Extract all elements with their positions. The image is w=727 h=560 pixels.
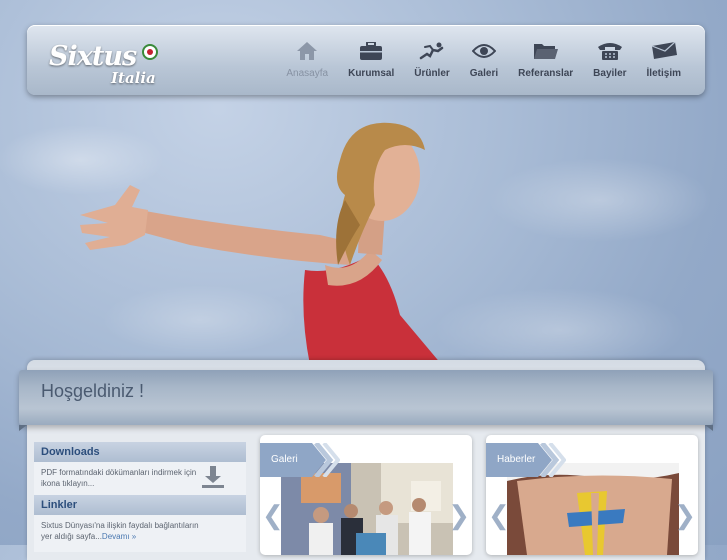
gallery-tag bbox=[260, 443, 340, 477]
nav-item-galeri[interactable]: Galeri bbox=[460, 39, 508, 79]
news-tag bbox=[486, 443, 566, 477]
nav-label: Referanslar bbox=[518, 68, 574, 79]
nav-label: Ürünler bbox=[414, 68, 450, 79]
nav-item-anasayfa[interactable]: Anasayfa bbox=[276, 39, 338, 79]
nav-item-referanslar[interactable]: Referanslar bbox=[508, 39, 583, 79]
downloads-heading: Downloads bbox=[34, 442, 246, 462]
downloads-section: PDF formatındaki dökümanları indirmek iç… bbox=[34, 462, 246, 495]
hero-image bbox=[80, 122, 442, 365]
nav-item-kurumsal[interactable]: Kurumsal bbox=[338, 39, 404, 79]
main-nav: Anasayfa Kurumsal Ürünler Galeri Referan… bbox=[276, 39, 691, 79]
logo[interactable]: Sixtus Italia bbox=[47, 39, 167, 89]
news-prev-icon[interactable]: ❮ bbox=[488, 502, 510, 528]
nav-label: Galeri bbox=[469, 68, 499, 79]
welcome-ribbon: Hoşgeldiniz ! bbox=[19, 370, 713, 431]
home-icon bbox=[286, 39, 328, 63]
nav-label: İletişim bbox=[646, 68, 681, 79]
links-heading: Linkler bbox=[34, 495, 246, 515]
news-next-icon[interactable]: ❯ bbox=[674, 502, 696, 528]
runner-icon bbox=[414, 39, 450, 63]
phone-icon bbox=[593, 39, 626, 63]
sidebar-box: Downloads PDF formatındaki dökümanları i… bbox=[34, 442, 246, 552]
nav-label: Bayiler bbox=[593, 68, 627, 79]
logo-sub: Italia bbox=[111, 69, 156, 87]
welcome-title: Hoşgeldiniz ! bbox=[41, 381, 145, 401]
briefcase-icon bbox=[348, 39, 394, 63]
nav-label: Anasayfa bbox=[286, 68, 329, 79]
nav-item-urunler[interactable]: Ürünler bbox=[404, 39, 460, 79]
news-card: Haberler ❮ ❯ bbox=[486, 435, 698, 555]
nav-item-bayiler[interactable]: Bayiler bbox=[583, 39, 636, 79]
links-section: Sixtus Dünyası'na ilişkin faydalı bağlan… bbox=[34, 515, 246, 548]
download-icon[interactable] bbox=[200, 465, 226, 492]
nav-label: Kurumsal bbox=[348, 68, 395, 79]
folder-icon bbox=[518, 39, 573, 63]
downloads-text: PDF formatındaki dökümanları indirmek iç… bbox=[41, 468, 197, 488]
gallery-card: Galeri ❮ ❯ bbox=[260, 435, 472, 555]
eye-icon bbox=[470, 39, 498, 63]
gallery-prev-icon[interactable]: ❮ bbox=[262, 502, 284, 528]
gallery-next-icon[interactable]: ❯ bbox=[448, 502, 470, 528]
logo-brand: Sixtus bbox=[49, 41, 137, 72]
envelope-icon bbox=[647, 39, 681, 63]
links-more-link[interactable]: Devamı » bbox=[102, 532, 136, 541]
header-bar: Sixtus Italia Anasayfa Kurumsal Ürünler bbox=[27, 25, 705, 95]
logo-badge-icon bbox=[142, 44, 158, 60]
nav-item-iletisim[interactable]: İletişim bbox=[637, 39, 691, 79]
